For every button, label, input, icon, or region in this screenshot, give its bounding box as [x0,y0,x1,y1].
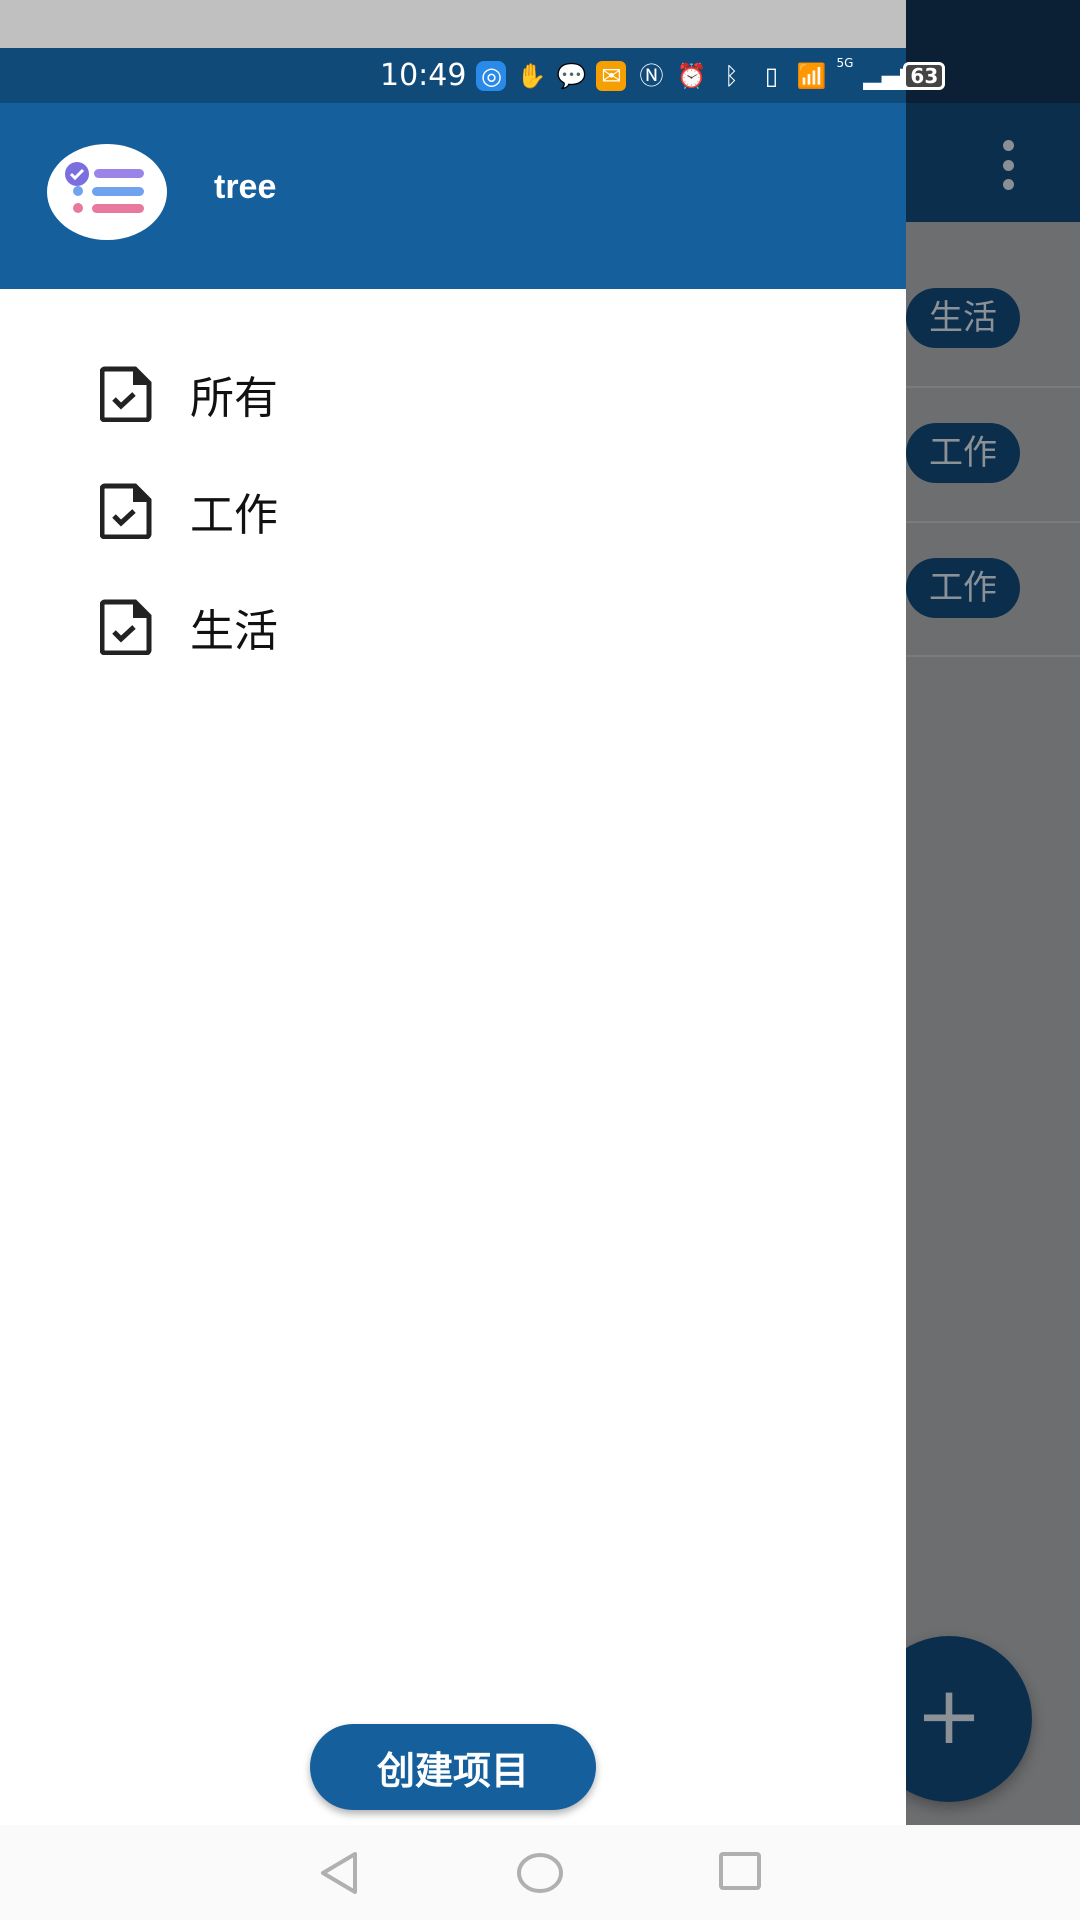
background-app-bar [906,103,1080,222]
app-name: tree [214,168,277,206]
home-icon[interactable] [515,1848,565,1898]
drawer-item-all[interactable]: 所有 [100,359,860,429]
clock: 10:49 [380,58,467,93]
drawer-item-work[interactable]: 工作 [100,476,860,546]
tag-chip[interactable]: 工作 [906,558,1020,618]
signal-icon: ▂▄▆ [863,61,919,90]
status-icons: 10:49 ◎ ✋ 💬 ✉ Ⓝ ⏰ ᛒ ▯ 📶 5G ▂▄▆ 63 [380,48,946,103]
browser-icon: ◎ [476,60,507,91]
document-check-icon [100,483,152,539]
list-divider [906,655,1080,657]
alarm-icon: ⏰ [676,61,707,90]
list-divider [906,521,1080,523]
top-gray-strip [0,0,906,48]
tag-chip[interactable]: 工作 [906,423,1020,483]
document-check-icon [100,366,152,422]
tag-chip[interactable]: 生活 [906,288,1020,348]
navigation-drawer: tree 所有 工作 生活 创建项目 [0,103,906,1825]
system-nav-bar [0,1825,1080,1920]
drawer-header: tree [0,103,906,289]
more-options-icon[interactable] [998,140,1018,190]
hand-icon: ✋ [516,61,547,90]
mail-icon: ✉ [596,60,627,91]
battery-indicator: 63 [903,61,946,90]
recents-icon[interactable] [715,1848,765,1898]
drawer-item-label: 工作 [190,490,278,541]
drawer-item-label: 生活 [190,606,278,657]
chat-icon: 💬 [556,61,587,90]
document-check-icon [100,599,152,655]
wifi-icon: 📶 [796,61,827,90]
back-icon[interactable] [315,1848,365,1898]
network-type: 5G [836,56,854,70]
checklist-icon [65,162,144,213]
bluetooth-icon: ᛒ [724,61,739,90]
vibrate-icon: ▯ [764,61,779,90]
app-logo [47,144,167,240]
nfc-icon: Ⓝ [639,61,664,90]
drawer-item-label: 所有 [190,373,278,424]
list-divider [906,386,1080,388]
create-project-button[interactable]: 创建项目 [310,1724,596,1810]
drawer-item-life[interactable]: 生活 [100,592,860,662]
